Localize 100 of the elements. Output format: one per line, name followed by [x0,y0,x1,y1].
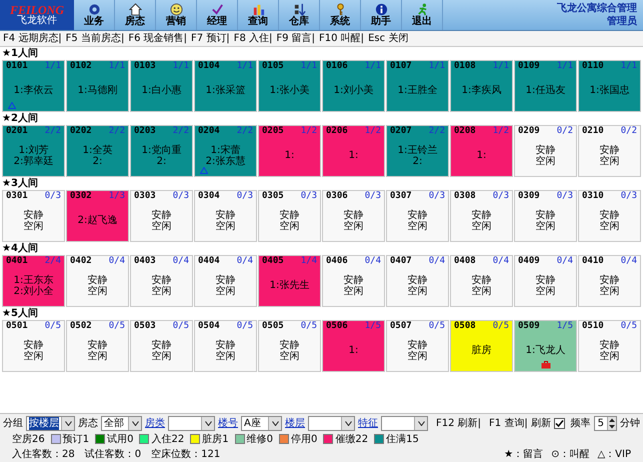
shortcut-link[interactable]: Esc 关闭 [368,31,408,46]
room-tile[interactable]: 0110 1/1 1:张国忠 [578,60,641,112]
room-text: 1: [348,345,358,356]
room-tile[interactable]: 0406 0/4 安静 空闲 [322,255,385,307]
room-tile[interactable]: 0306 0/3 安静 空闲 [322,190,385,242]
room-tile[interactable]: 0405 1/4 1:张先生 [258,255,321,307]
shortcut-link[interactable]: F12 刷新| [436,416,482,430]
filter-link[interactable]: 房类 [145,416,165,430]
toolbar-button[interactable]: 营销 [156,0,197,30]
frequency-spinner[interactable]: 5 [594,416,617,430]
room-text: 1:全英 [82,144,112,156]
room-tile[interactable]: 0103 1/1 1:白小惠 [130,60,193,112]
room-tile[interactable]: 0204 2/2 1:宋蕾 2:张东慧 [194,125,257,177]
room-tile[interactable]: 0310 0/3 安静 空闲 [578,190,641,242]
room-tile[interactable]: 0107 1/1 1:王胜全 [386,60,449,112]
room-tile[interactable]: 0203 2/2 1:党向重 2: [130,125,193,177]
legend-label: 停用0 [290,432,318,446]
room-number: 0204 [198,127,220,137]
room-tile[interactable]: 0303 0/3 安静 空闲 [130,190,193,242]
room-tile[interactable]: 0408 0/4 安静 空闲 [450,255,513,307]
filter-link[interactable]: 楼层 [285,416,305,430]
room-tile[interactable]: 0401 2/4 1:王东东 2:刘小全 [2,255,65,307]
room-tile[interactable]: 0102 1/1 1:马德刚 [66,60,129,112]
room-tile[interactable]: 0201 2/2 1:刘芳 2:郭幸廷 [2,125,65,177]
toolbar-button[interactable]: 系统 [320,0,361,30]
toolbar-button[interactable]: 房态 [115,0,156,30]
room-tile[interactable]: 0407 0/4 安静 空闲 [386,255,449,307]
shortcut-link[interactable]: F10 叫醒| [319,31,364,46]
shortcut-link[interactable]: F9 留言| [276,31,316,46]
room-tile[interactable]: 0105 1/1 1:张小美 [258,60,321,112]
frequency-label: 频率 [570,416,591,430]
room-tile[interactable]: 0503 0/5 安静 空闲 [130,320,193,372]
room-tile[interactable]: 0509 1/5 1:飞龙人 [514,320,577,372]
room-tile[interactable]: 0308 0/3 安静 空闲 [450,190,513,242]
dropdown-field[interactable] [308,416,355,430]
room-tile[interactable]: 0208 1/2 1: [450,125,513,177]
room-tile[interactable]: 0309 0/3 安静 空闲 [514,190,577,242]
shortcut-link[interactable]: F8 入住| [234,31,272,46]
toolbar-button[interactable]: 仓库 [279,0,320,30]
room-tile[interactable]: 0506 1/5 1: [322,320,385,372]
room-occupancy: 1/1 [108,62,125,72]
room-text: 安静 [88,340,108,351]
room-tile[interactable]: 0210 0/2 安静 空闲 [578,125,641,177]
room-tile[interactable]: 0403 0/4 安静 空闲 [130,255,193,307]
room-tile[interactable]: 0508 0/5 脏房 [450,320,513,372]
room-tile[interactable]: 0104 1/1 1:张采篮 [194,60,257,112]
room-tile[interactable]: 0410 0/4 安静 空闲 [578,255,641,307]
room-tile[interactable]: 0209 0/2 安静 空闲 [514,125,577,177]
room-tile[interactable]: 0109 1/1 1:任迅友 [514,60,577,112]
room-text: 1: [476,150,486,162]
toolbar-button[interactable]: 助手 [361,0,402,30]
shortcut-link[interactable]: F4 远期房态| [3,31,62,46]
room-tile[interactable]: 0504 0/5 安静 空闲 [194,320,257,372]
dropdown-field[interactable] [168,416,215,430]
spinner-arrows-icon[interactable] [608,416,616,430]
refresh-checkbox[interactable] [554,418,566,428]
room-tile[interactable]: 0202 2/2 1:全英 2: [66,125,129,177]
room-tile[interactable]: 0305 0/3 安静 空闲 [258,190,321,242]
room-tile[interactable]: 0108 1/1 1:李疾风 [450,60,513,112]
room-tile[interactable]: 0507 0/5 安静 空闲 [386,320,449,372]
dropdown-field[interactable]: A座 [241,416,282,430]
room-tile[interactable]: 0404 0/4 安静 空闲 [194,255,257,307]
room-tile[interactable]: 0510 0/5 安静 空闲 [578,320,641,372]
dropdown-field[interactable] [381,416,428,430]
room-tile[interactable]: 0307 0/3 安静 空闲 [386,190,449,242]
toolbar-button[interactable]: 业务 [74,0,115,30]
room-text: 安静 [472,274,492,286]
room-number: 0503 [134,322,156,332]
room-text: 空闲 [408,220,428,232]
toolbar-button[interactable]: 查询 [238,0,279,30]
room-occupancy: 0/3 [300,192,317,202]
toolbar-button[interactable]: 经理 [197,0,238,30]
room-tile[interactable]: 0402 0/4 安静 空闲 [66,255,129,307]
room-occupancy: 0/3 [44,192,61,202]
room-tile[interactable]: 0206 1/2 1: [322,125,385,177]
shortcut-link[interactable]: F5 当前房态| [66,31,124,46]
filter-link[interactable]: 特征 [358,416,378,430]
filter-link[interactable]: 楼号 [218,416,238,430]
room-tile[interactable]: 0502 0/5 安静 空闲 [66,320,129,372]
room-tile[interactable]: 0302 1/3 2:赵飞逸 [66,190,129,242]
room-number: 0206 [326,127,348,137]
room-occupancy: 1/1 [172,62,189,72]
room-tile[interactable]: 0301 0/3 安静 空闲 [2,190,65,242]
dropdown-field[interactable]: 按楼层 [26,416,75,430]
shortcut-link[interactable]: F6 现金销售| [128,31,188,46]
room-tile[interactable]: 0205 1/2 1: [258,125,321,177]
room-tile[interactable]: 0501 0/5 安静 空闲 [2,320,65,372]
toolbar-button[interactable]: 退出 [402,0,443,30]
room-tile[interactable]: 0207 2/2 1:王铃兰 2: [386,125,449,177]
room-tile[interactable]: 0409 0/4 安静 空闲 [514,255,577,307]
dropdown-field[interactable]: 全部 [101,416,142,430]
shortcut-link[interactable]: F7 预订| [191,31,230,46]
room-tile[interactable]: 0106 1/1 1:刘小美 [322,60,385,112]
room-occupancy: 0/3 [236,192,253,202]
room-tile[interactable]: 0304 0/3 安静 空闲 [194,190,257,242]
shortcut-link[interactable]: F1 查询| [489,416,528,430]
room-tile[interactable]: 0505 0/5 安静 空闲 [258,320,321,372]
room-number: 0203 [134,127,156,137]
room-number: 0110 [582,62,604,72]
room-tile[interactable]: 0101 1/1 1:李依云 [2,60,65,112]
